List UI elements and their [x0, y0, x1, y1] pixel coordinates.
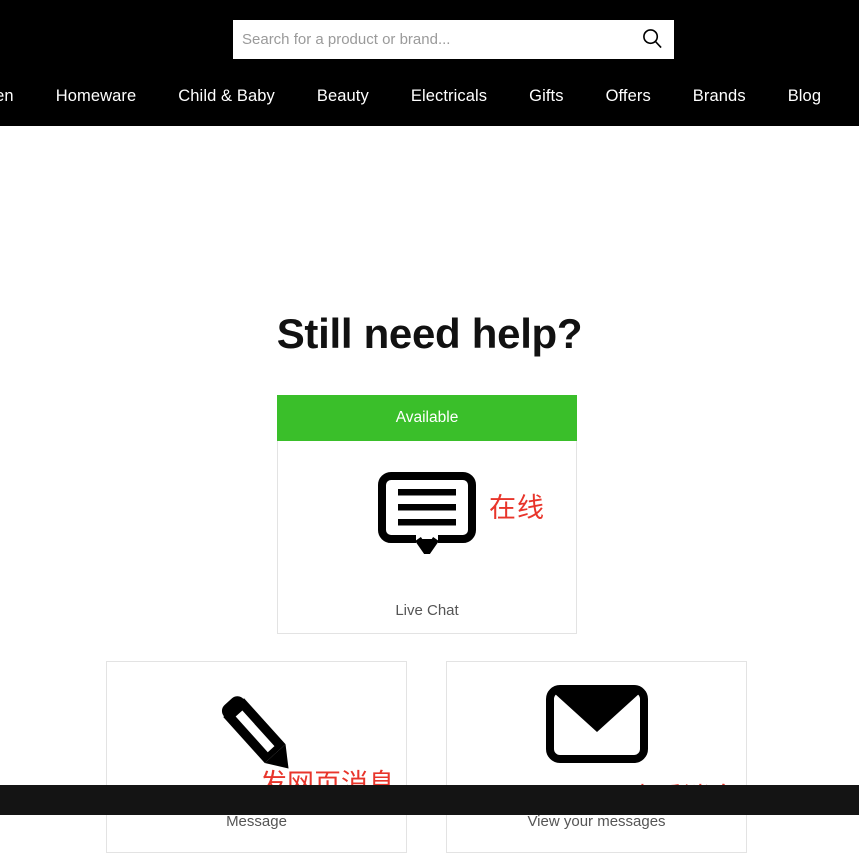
view-messages-card-label: View your messages	[527, 813, 666, 830]
site-footer	[0, 785, 859, 815]
pencil-icon-row	[107, 685, 406, 790]
envelope-icon-row	[447, 685, 746, 768]
live-chat-status-badge[interactable]: Available	[277, 395, 577, 441]
envelope-icon	[545, 685, 648, 768]
search-bar[interactable]	[233, 20, 674, 59]
view-messages-card-inner: View your messages	[447, 662, 746, 852]
live-chat-body: Live Chat	[278, 441, 576, 633]
nav-item-homeware[interactable]: Homeware	[35, 88, 158, 105]
site-header: omen Homeware Child & Baby Beauty Electr…	[0, 0, 859, 126]
nav-item-brands[interactable]: Brands	[672, 88, 767, 105]
pencil-icon	[205, 685, 309, 790]
nav-item-blog[interactable]: Blog	[767, 88, 842, 105]
main-content: Still need help? Live Chat Available 在线 …	[0, 126, 859, 853]
nav-item-child-and-baby[interactable]: Child & Baby	[157, 88, 296, 105]
chat-icon-row	[278, 472, 576, 559]
message-card-label: Message	[226, 813, 287, 830]
nav-item-beauty[interactable]: Beauty	[296, 88, 390, 105]
search-button[interactable]	[630, 20, 674, 59]
message-card[interactable]: Message	[106, 661, 407, 853]
main-navigation[interactable]: omen Homeware Child & Baby Beauty Electr…	[0, 88, 859, 122]
nav-item-electricals[interactable]: Electricals	[390, 88, 508, 105]
page-title: Still need help?	[276, 310, 583, 357]
live-chat-label: Live Chat	[395, 602, 459, 619]
view-messages-card[interactable]: View your messages	[446, 661, 747, 853]
search-input[interactable]	[233, 20, 630, 59]
nav-item-offers[interactable]: Offers	[585, 88, 672, 105]
search-icon	[642, 28, 663, 52]
message-card-inner: Message	[107, 662, 406, 852]
nav-item-gifts[interactable]: Gifts	[508, 88, 584, 105]
nav-item-women[interactable]: omen	[0, 88, 35, 105]
chat-bubble-icon	[378, 472, 476, 559]
